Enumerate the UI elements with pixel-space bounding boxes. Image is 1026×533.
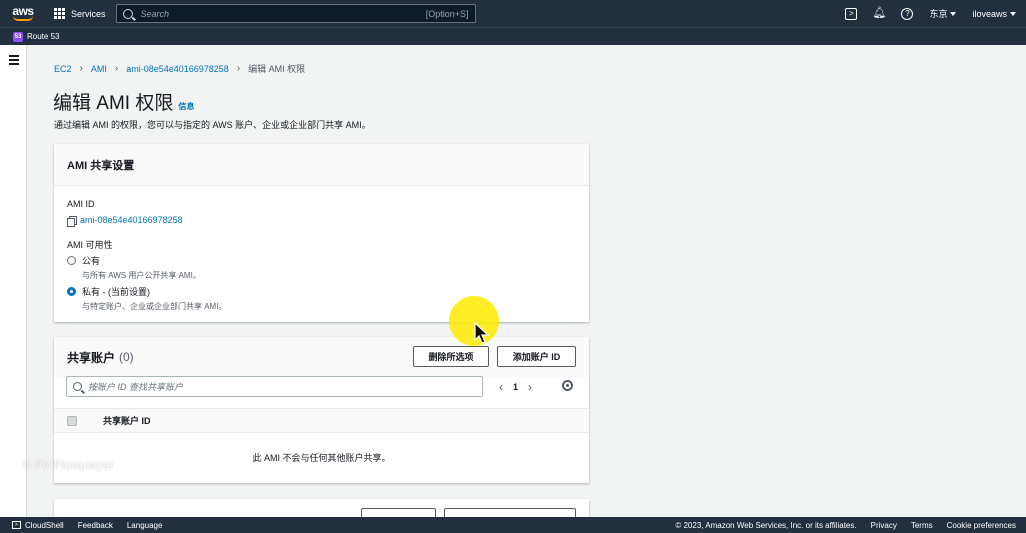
radio-private-description: 与特定账户、企业或企业部门共享 AMI。 [82,302,227,311]
notifications-bell-icon[interactable]: 🔔︎ [872,8,886,20]
global-search-input[interactable] [140,8,426,19]
gear-icon[interactable] [562,380,573,391]
account-menu[interactable]: iloveaws [972,9,1016,19]
shared-accounts-panel: 共享账户 (0) 删除所选项 添加账户 ID ‹ 1 › 共享账户 ID 此 A… [54,337,589,483]
availability-label: AMI 可用性 [67,240,113,250]
chevron-down-icon [950,11,957,16]
column-header-account-id[interactable]: 共享账户 ID [103,414,151,427]
shared-accounts-count: (0) [119,350,134,364]
cookie-preferences-link[interactable]: Cookie preferences [947,521,1016,530]
search-icon [73,382,82,391]
feedback-link[interactable]: Feedback [78,521,113,530]
chevron-right-icon[interactable]: › [528,380,532,394]
page-number[interactable]: 1 [513,382,518,392]
table-header-row: 共享账户 ID [54,408,589,433]
ami-sharing-settings-panel: AMI 共享设置 AMI ID ami-08e54e40166978258 AM… [54,144,589,322]
search-icon [122,8,133,19]
select-all-checkbox[interactable] [67,415,77,426]
region-selector[interactable]: 东京 [929,7,957,20]
ami-id-value: ami-08e54e40166978258 [80,215,183,225]
video-watermark: © FV Flowplayer [22,458,114,472]
breadcrumb-ami-id[interactable]: ami-08e54e40166978258 [126,64,229,74]
breadcrumb-ami[interactable]: AMI [91,64,107,74]
aws-smile-icon [13,16,33,21]
cloudshell-label: CloudShell [25,520,64,530]
nav-right-group: > 🔔︎ ? 东京 iloveaws [845,7,1026,20]
cloudshell-footer-button[interactable]: > CloudShell [12,521,64,530]
region-label: 东京 [929,9,948,19]
radio-public[interactable] [67,256,76,265]
radio-private-label: 私有 - (当前设置) [82,287,150,297]
help-icon[interactable]: ? [901,7,914,20]
cloudshell-icon[interactable]: > [845,7,858,20]
page-title: 编辑 AMI 权限 信息 [53,88,194,115]
language-link[interactable]: Language [127,521,163,530]
services-label: Services [71,8,106,19]
copyright-text: © 2023, Amazon Web Services, Inc. or its… [675,520,857,530]
route53-icon: 53 [13,31,23,42]
copy-icon[interactable] [67,215,77,227]
cloudshell-icon: > [12,521,21,529]
shared-accounts-title: 共享账户 [67,350,116,365]
account-filter-input[interactable] [88,381,476,392]
favorites-bar: 53 Route 53 [0,27,1026,45]
grid-icon [54,8,65,19]
radio-public-description: 与所有 AWS 用户公开共享 AMI。 [82,271,201,280]
chevron-right-icon: › [114,63,119,74]
account-filter-box[interactable] [66,376,483,397]
radio-public-label: 公有 [82,256,101,266]
ami-id-link[interactable]: ami-08e54e40166978258 [67,215,183,227]
chevron-right-icon: › [236,63,241,74]
search-shortcut-hint: [Option+S] [425,8,469,19]
chevron-left-icon[interactable]: ‹ [499,380,503,394]
top-navigation: aws Services [Option+S] > 🔔︎ ? 东京 ilovea… [0,0,1026,27]
ami-id-label: AMI ID [67,199,95,209]
add-account-id-button[interactable]: 添加账户 ID [497,346,576,367]
privacy-link[interactable]: Privacy [871,521,897,530]
footer-right: © 2023, Amazon Web Services, Inc. or its… [675,521,1026,530]
chevron-right-icon: › [79,63,83,74]
route53-favorite-link[interactable]: Route 53 [27,32,59,41]
breadcrumb: EC2 › AMI › ami-08e54e40166978258 › 编辑 A… [54,62,305,75]
breadcrumb-current: 编辑 AMI 权限 [248,64,306,74]
hamburger-menu-icon[interactable] [9,55,19,67]
breadcrumb-ec2[interactable]: EC2 [54,64,72,74]
pagination: ‹ 1 › [499,380,532,394]
global-search-box[interactable]: [Option+S] [115,4,476,23]
panel-header: AMI 共享设置 [54,144,589,186]
radio-private[interactable] [67,287,76,296]
side-navigation-rail [0,45,27,517]
empty-state-message: 此 AMI 不会与任何其他账户共享。 [252,453,391,463]
radio-option-public[interactable]: 公有 与所有 AWS 用户公开共享 AMI。 [67,254,201,281]
mouse-pointer-icon [474,322,490,344]
terms-link[interactable]: Terms [911,521,933,530]
aws-logo[interactable]: aws [0,5,44,21]
remove-selected-button[interactable]: 删除所选项 [413,346,489,367]
services-menu-button[interactable]: Services [54,8,106,19]
info-link[interactable]: 信息 [178,101,194,112]
console-footer: > CloudShell Feedback Language © 2023, A… [0,517,1026,533]
page-description: 通过编辑 AMI 的权限，您可以与指定的 AWS 账户、企业或企业部门共享 AM… [54,120,371,130]
page-title-text: 编辑 AMI 权限 [53,93,174,114]
account-label: iloveaws [972,8,1007,19]
radio-option-private[interactable]: 私有 - (当前设置) 与特定账户、企业或企业部门共享 AMI。 [67,285,226,312]
chevron-down-icon [1010,11,1016,16]
